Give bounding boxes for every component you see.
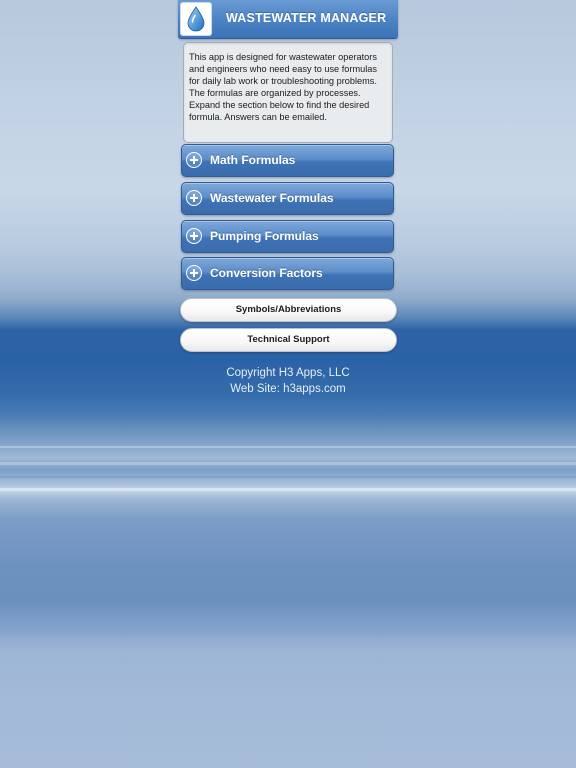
- plus-circle-icon: [186, 265, 202, 281]
- section-wastewater-formulas[interactable]: Wastewater Formulas: [181, 182, 394, 215]
- section-label: Pumping Formulas: [210, 229, 319, 243]
- plus-circle-icon: [186, 228, 202, 244]
- section-conversion-factors[interactable]: Conversion Factors: [181, 257, 394, 290]
- background-streak: [0, 488, 576, 491]
- section-label: Conversion Factors: [210, 266, 323, 280]
- app-description: This app is designed for wastewater oper…: [183, 42, 393, 143]
- section-math-formulas[interactable]: Math Formulas: [181, 144, 394, 177]
- app-title: WASTEWATER MANAGER: [226, 11, 387, 25]
- background-streak: [0, 462, 576, 465]
- plus-circle-icon: [186, 190, 202, 206]
- section-pumping-formulas[interactable]: Pumping Formulas: [181, 220, 394, 253]
- app-header: WASTEWATER MANAGER: [178, 0, 398, 39]
- section-label: Math Formulas: [210, 153, 296, 167]
- background-streak: [0, 446, 576, 448]
- plus-circle-icon: [186, 152, 202, 168]
- water-drop-icon: [180, 2, 212, 36]
- app-screen: WASTEWATER MANAGER This app is designed …: [0, 0, 576, 768]
- website-link[interactable]: Web Site: h3apps.com: [180, 383, 396, 395]
- section-label: Wastewater Formulas: [210, 191, 334, 205]
- technical-support-button[interactable]: Technical Support: [180, 328, 397, 352]
- background-streak: [0, 476, 576, 478]
- copyright-text: Copyright H3 Apps, LLC: [226, 367, 350, 379]
- symbols-abbreviations-button[interactable]: Symbols/Abbreviations: [180, 298, 397, 322]
